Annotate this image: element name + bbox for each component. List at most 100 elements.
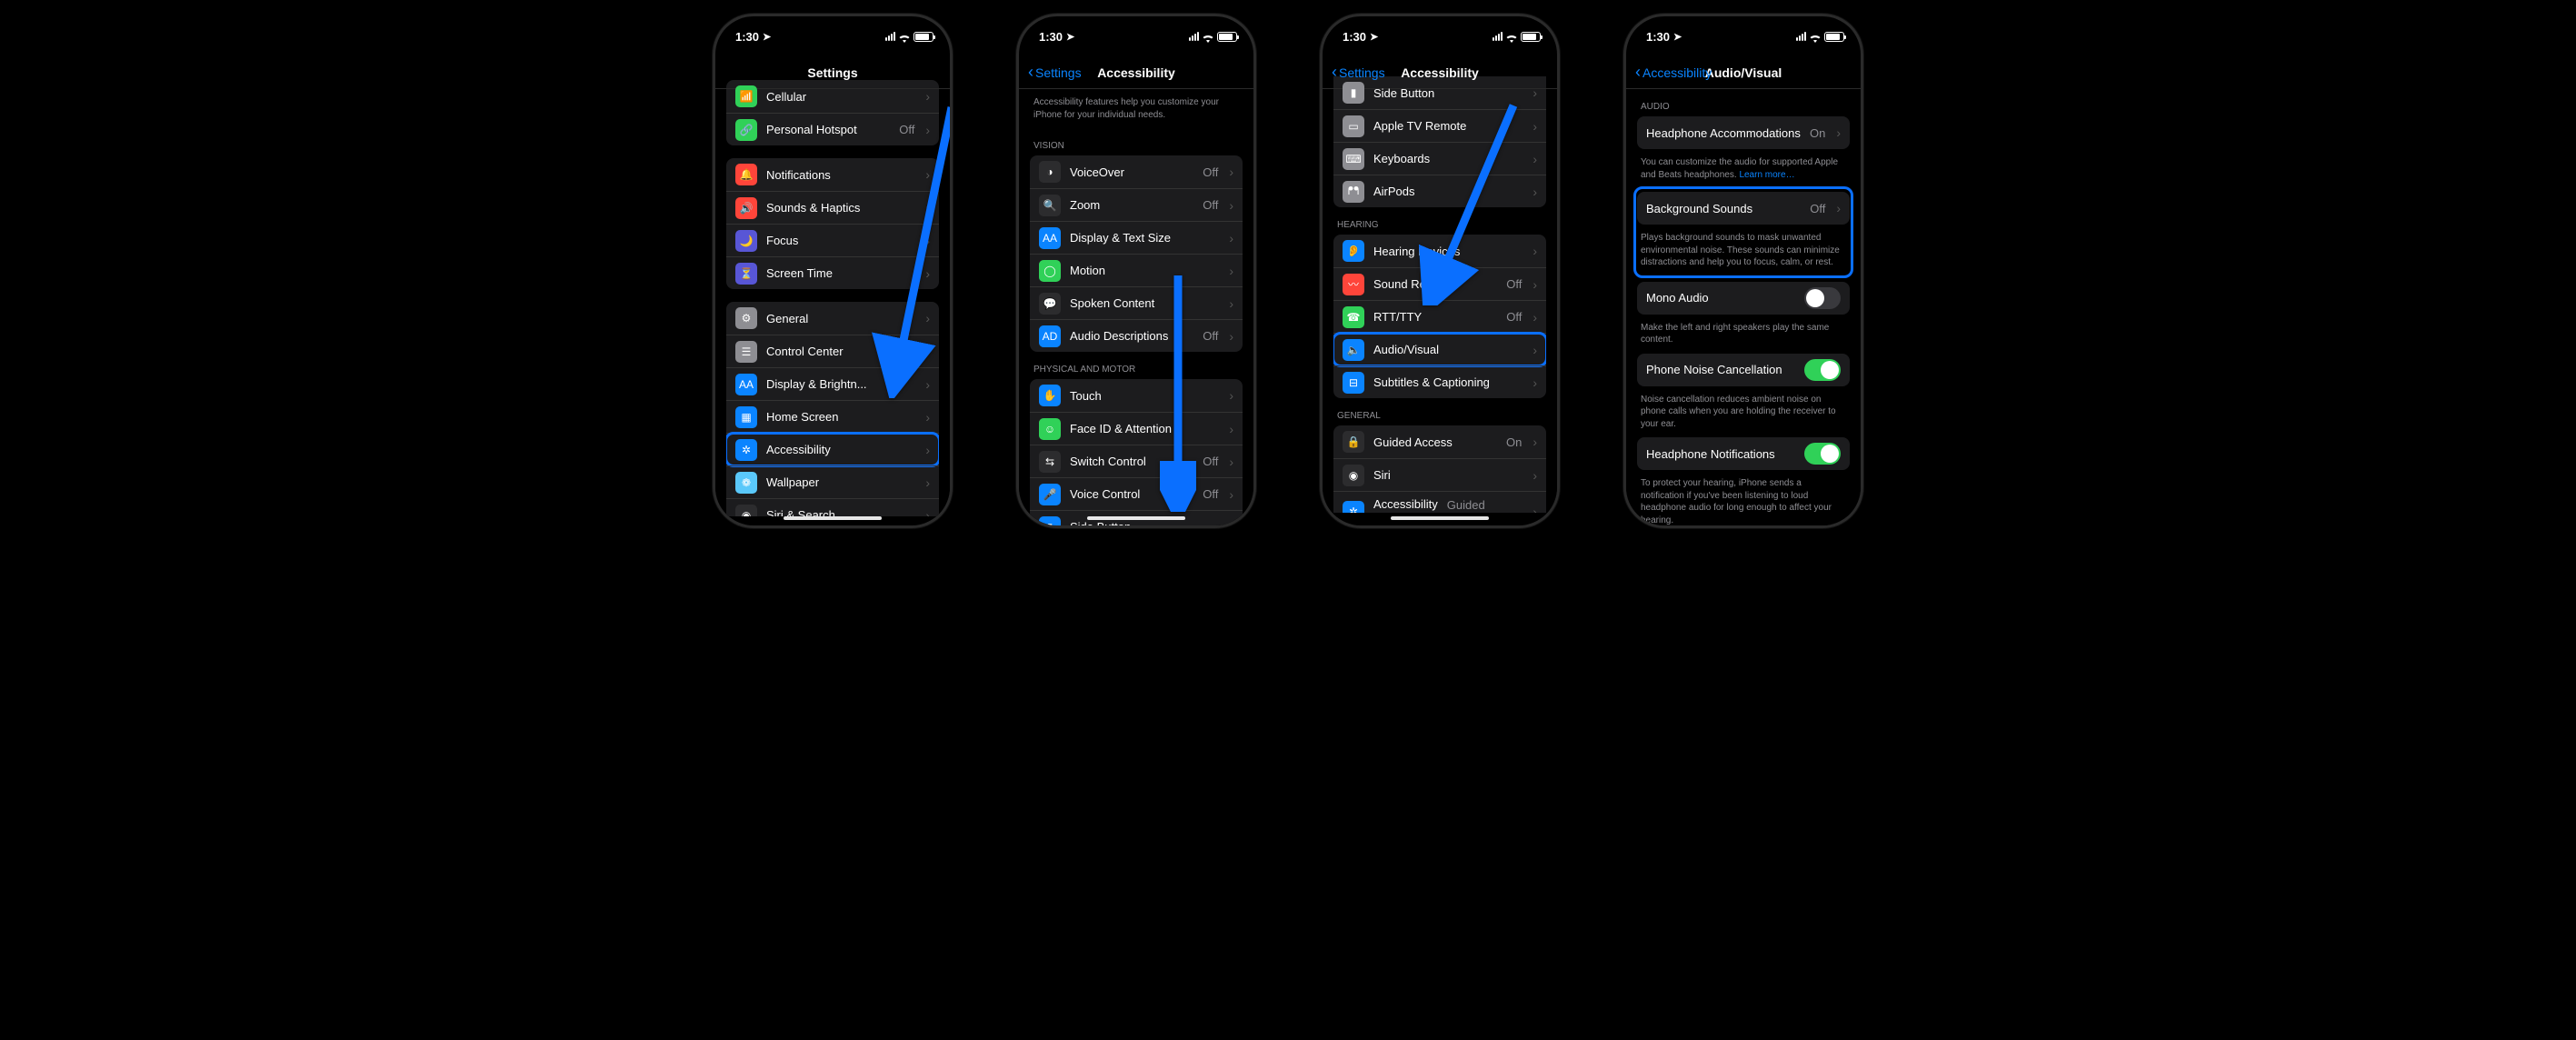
row-apple-tv-remote[interactable]: ▭Apple TV Remote› — [1333, 109, 1546, 142]
chevron-right-icon: › — [1836, 201, 1841, 215]
row-label: Control Center — [766, 345, 914, 358]
back-button[interactable]: ‹Accessibility — [1635, 63, 1712, 82]
phone-accessibility-scrolled: 1:30➤ ‹Settings Accessibility ▮Side Butt… — [1323, 16, 1557, 525]
chevron-right-icon: › — [1229, 329, 1233, 344]
row-screen-time[interactable]: ⏳Screen Time› — [726, 256, 939, 289]
time-label: 1:30 — [1343, 30, 1366, 44]
row-siri[interactable]: ◉Siri› — [1333, 458, 1546, 491]
row-motion[interactable]: ◯Motion› — [1030, 254, 1243, 286]
row-value: Off — [1203, 487, 1218, 501]
row-background-sounds[interactable]: Background Sounds Off › — [1637, 192, 1850, 225]
signal-icon — [1493, 32, 1503, 41]
row-headphone-accommodations[interactable]: Headphone Accommodations On › — [1637, 116, 1850, 149]
row-personal-hotspot[interactable]: 🔗 Personal Hotspot Off › — [726, 113, 939, 145]
row-cellular[interactable]: 📶Cellular› — [726, 80, 939, 113]
navbar: ‹Settings Accessibility — [1019, 56, 1253, 89]
row-focus[interactable]: 🌙Focus› — [726, 224, 939, 256]
wifi-icon — [1202, 32, 1214, 41]
row-spoken-content[interactable]: 💬Spoken Content› — [1030, 286, 1243, 319]
row-rtt-tty[interactable]: ☎RTT/TTYOff› — [1333, 300, 1546, 333]
row-general[interactable]: ⚙︎General› — [726, 302, 939, 335]
row-voiceover[interactable]: ◑VoiceOverOff› — [1030, 155, 1243, 188]
row-sounds-haptics[interactable]: 🔊Sounds & Haptics› — [726, 191, 939, 224]
row-label: Switch Control — [1070, 455, 1193, 468]
row-keyboards[interactable]: ⌨Keyboards› — [1333, 142, 1546, 175]
row-value: Off — [1203, 329, 1218, 343]
chevron-right-icon: › — [925, 508, 930, 517]
chevron-right-icon: › — [1533, 435, 1537, 449]
aa-icon: AA — [1039, 227, 1061, 249]
home-indicator[interactable] — [1391, 516, 1489, 520]
row-switch-control[interactable]: ⇆Switch ControlOff› — [1030, 445, 1243, 477]
row-sound-recognition[interactable]: 〰Sound Reco...Off› — [1333, 267, 1546, 300]
hpnotif-footer: To protect your hearing, iPhone sends a … — [1637, 470, 1850, 525]
row-noise-cancellation[interactable]: Phone Noise Cancellation — [1637, 354, 1850, 386]
row-value: Guided Access — [1447, 498, 1523, 514]
row-zoom[interactable]: 🔍ZoomOff› — [1030, 188, 1243, 221]
home-indicator[interactable] — [1087, 516, 1185, 520]
zoom-icon: 🔍 — [1039, 195, 1061, 216]
row-label: Headphone Notifications — [1646, 447, 1795, 461]
row-notifications[interactable]: 🔔Notifications› — [726, 158, 939, 191]
row-label: Mono Audio — [1646, 291, 1795, 305]
hotspot-icon: 🔗 — [735, 119, 757, 141]
row-label: Keyboards — [1373, 152, 1522, 165]
chevron-right-icon: › — [1533, 375, 1537, 390]
chevron-right-icon: › — [925, 89, 930, 104]
back-button[interactable]: ‹Settings — [1028, 63, 1082, 82]
subtitles-icon: ⊟ — [1343, 372, 1364, 394]
chevron-right-icon: › — [925, 167, 930, 182]
row-airpods[interactable]: ᖰᖳAirPods› — [1333, 175, 1546, 207]
keyboard-icon: ⌨ — [1343, 148, 1364, 170]
learn-more-link[interactable]: Learn more… — [1739, 170, 1794, 180]
row-guided-access[interactable]: 🔒Guided AccessOn› — [1333, 425, 1546, 458]
section-vision: VISION — [1030, 128, 1243, 155]
row-side-button[interactable]: ▮Side Button› — [1333, 76, 1546, 109]
row-subtitles-captioning[interactable]: ⊟Subtitles & Captioning› — [1333, 365, 1546, 398]
row-display-brightness[interactable]: AADisplay & Brightn...› — [726, 367, 939, 400]
row-mono-audio[interactable]: Mono Audio — [1637, 282, 1850, 315]
time-label: 1:30 — [1646, 30, 1670, 44]
row-voice-control[interactable]: 🎤Voice ControlOff› — [1030, 477, 1243, 510]
row-accessibility[interactable]: ✲Accessibility› — [726, 433, 939, 465]
home-indicator[interactable] — [784, 516, 882, 520]
row-audio-descriptions[interactable]: ADAudio DescriptionsOff› — [1030, 319, 1243, 352]
row-face-id-attention[interactable]: ☺Face ID & Attention› — [1030, 412, 1243, 445]
chevron-right-icon: › — [1229, 455, 1233, 469]
row-control-center[interactable]: ☰Control Center› — [726, 335, 939, 367]
headphone-notif-toggle[interactable] — [1804, 443, 1841, 465]
row-audio-visual[interactable]: 🔈Audio/Visual› — [1333, 333, 1546, 365]
row-label: Sounds & Haptics — [766, 201, 914, 215]
chevron-right-icon: › — [1533, 468, 1537, 483]
row-value: Off — [1203, 165, 1218, 179]
noise-cancel-toggle[interactable] — [1804, 359, 1841, 381]
chevron-right-icon: › — [925, 123, 930, 137]
chevron-right-icon: › — [1229, 165, 1233, 179]
chevron-right-icon: › — [1533, 310, 1537, 325]
phone-accessibility: 1:30➤ ‹Settings Accessibility Accessibil… — [1019, 16, 1253, 525]
row-hearing-devices[interactable]: 👂Hearing Devices› — [1333, 235, 1546, 267]
siri-icon: ◉ — [1343, 465, 1364, 486]
row-display-text-size[interactable]: AADisplay & Text Size› — [1030, 221, 1243, 254]
row-label: AirPods — [1373, 185, 1522, 198]
remote-icon: ▭ — [1343, 115, 1364, 137]
row-value: Off — [899, 123, 914, 136]
row-label: Personal Hotspot — [766, 123, 890, 136]
row-siri-search[interactable]: ◉Siri & Search› — [726, 498, 939, 516]
audiovisual-icon: 🔈 — [1343, 339, 1364, 361]
row-home-screen[interactable]: ▦Home Screen› — [726, 400, 939, 433]
chevron-right-icon: › — [925, 377, 930, 392]
row-touch[interactable]: ✋Touch› — [1030, 379, 1243, 412]
ear-icon: 👂 — [1343, 240, 1364, 262]
mono-audio-toggle[interactable] — [1804, 287, 1841, 309]
chevron-right-icon: › — [1229, 422, 1233, 436]
row-headphone-notifications[interactable]: Headphone Notifications — [1637, 437, 1850, 470]
chevron-right-icon: › — [1533, 85, 1537, 100]
mono-footer: Make the left and right speakers play th… — [1637, 315, 1850, 354]
row-label: Phone Noise Cancellation — [1646, 363, 1795, 376]
row-accessibility-shortcut[interactable]: ✲AccessibilityShortcutGuided Access› — [1333, 491, 1546, 513]
row-wallpaper[interactable]: ❁Wallpaper› — [726, 465, 939, 498]
chevron-right-icon: › — [1229, 296, 1233, 311]
row-label: General — [766, 312, 914, 325]
wifi-icon — [1809, 32, 1822, 41]
